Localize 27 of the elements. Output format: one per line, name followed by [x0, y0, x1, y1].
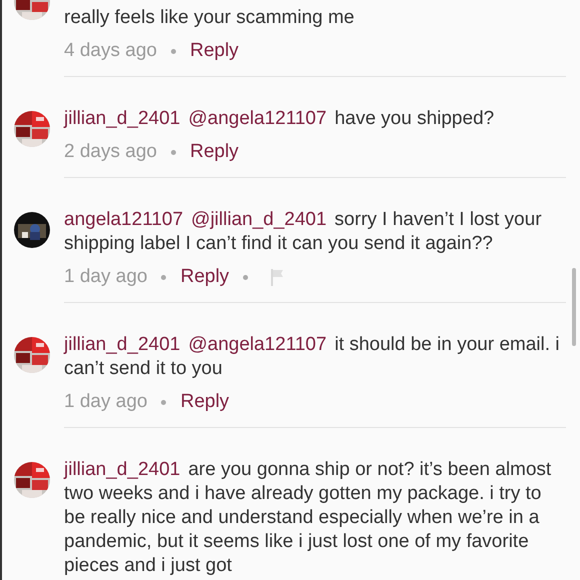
- comment-text: jillian_d_2401 are you gonna ship or not? it’s been almost two weeks and i have already gotten my package. i try to be really nice and understand especially when we’re in a pandemic, but it seems like i just lost one of my favorite pieces and i just got: [64, 458, 552, 578]
- comment-text: angela121107 @jillian_d_2401 sorry I haven’t I lost your shipping label I can’t find it can you send it again??: [64, 208, 543, 256]
- comment-text: jillian_d_2401 @angela121107 it should be in your email. i can’t send it to you: [64, 333, 561, 381]
- mention-link[interactable]: @angela121107: [188, 334, 327, 355]
- reply-link[interactable]: Reply: [190, 141, 239, 163]
- comment-time: 1 day ago: [64, 266, 148, 288]
- separator-dot: [161, 274, 166, 280]
- scrollbar[interactable]: [572, 268, 576, 346]
- separator-dot: [161, 400, 166, 404]
- comment-time: 2 days ago: [64, 141, 157, 163]
- mention-link[interactable]: @angela121107: [188, 108, 327, 129]
- reply-link[interactable]: Reply: [190, 40, 239, 62]
- reply-link[interactable]: Reply: [180, 266, 230, 288]
- separator-dot: [243, 274, 248, 280]
- comment-time: 1 day ago: [64, 391, 148, 413]
- username-link[interactable]: jillian_d_2401: [64, 334, 180, 355]
- separator-dot: [170, 150, 176, 154]
- username-link[interactable]: jillian_d_2401: [64, 108, 180, 129]
- separator-dot: [170, 48, 176, 54]
- comment-text: really feels like your scamming me: [64, 6, 356, 30]
- comment-time: 4 days ago: [64, 40, 157, 62]
- reply-link[interactable]: Reply: [180, 391, 230, 413]
- mention-link[interactable]: @jillian_d_2401: [191, 209, 327, 230]
- username-link[interactable]: angela121107: [64, 209, 184, 230]
- username-link[interactable]: jillian_d_2401: [64, 459, 180, 480]
- flag-icon[interactable]: [270, 268, 284, 286]
- comment-text: jillian_d_2401 @angela121107 have you shipped?: [64, 107, 496, 131]
